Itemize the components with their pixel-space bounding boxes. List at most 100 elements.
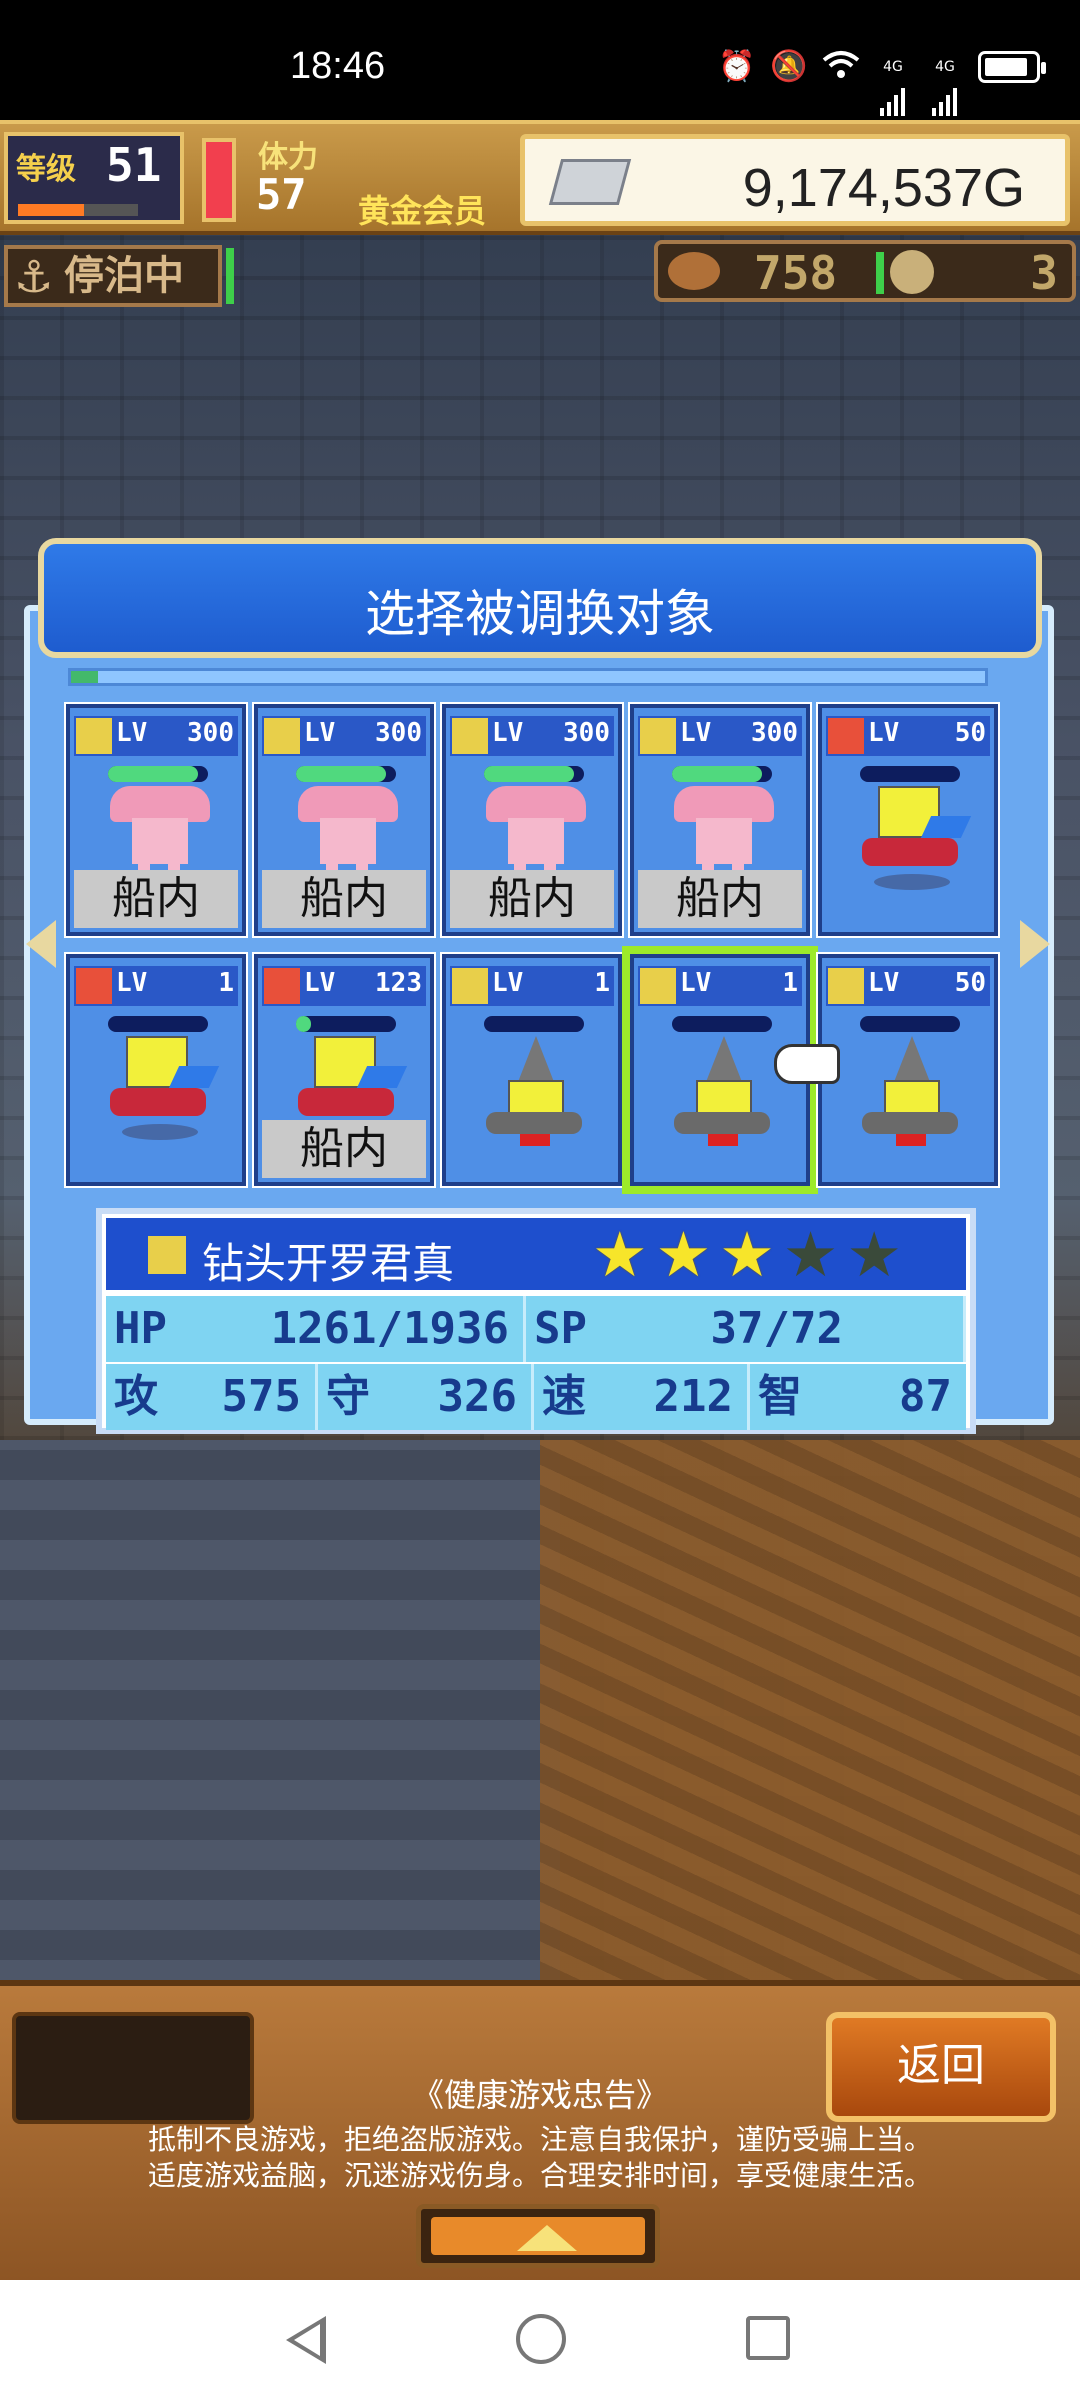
unit-name: 钻头开罗君真: [202, 1239, 455, 1288]
unit-card[interactable]: LV 300 船内: [628, 702, 812, 938]
resource-divider: [876, 252, 884, 294]
sprite-part: [110, 1088, 206, 1116]
unit-name-row: 钻头开罗君真 ★ ★ ★ ★ ★: [106, 1218, 966, 1290]
sprite-part: [520, 1134, 550, 1146]
clock: 18:46: [290, 45, 386, 87]
nav-recents-icon[interactable]: [746, 2316, 790, 2360]
sprite-part: [896, 1134, 926, 1146]
dialog-header: 选择被调换对象: [38, 538, 1042, 658]
coin-icon: [890, 250, 934, 294]
stat-atk: 攻 575: [106, 1364, 318, 1430]
level-value: 1: [782, 968, 798, 998]
level-value: 1: [594, 968, 610, 998]
unit-card[interactable]: LV 1: [440, 952, 624, 1188]
fire-element-icon: [76, 968, 112, 1004]
stat-value: 87: [899, 1371, 952, 1422]
sprite-part: [518, 1036, 554, 1082]
card-header: LV 300: [262, 716, 426, 756]
level-value: 1: [218, 968, 234, 998]
status-bar: 18:46 ⏰ 🔕 4G 4G: [0, 0, 1080, 120]
card-header: LV 123: [262, 966, 426, 1006]
unit-card[interactable]: LV 300 船内: [64, 702, 248, 938]
sprite-part: [486, 1112, 582, 1134]
hp-bar-fill: [672, 766, 762, 782]
member-badge: 黄金会员: [358, 192, 487, 230]
stat-value: 212: [653, 1371, 733, 1422]
drill-unit-sprite: [856, 1036, 968, 1156]
fire-element-icon: [264, 968, 300, 1004]
unit-card[interactable]: LV 300 船内: [252, 702, 436, 938]
drill-unit-sprite: [480, 1036, 592, 1156]
arrow-left-icon[interactable]: [26, 920, 56, 968]
hp-bar-fill: [108, 766, 198, 782]
anchor-status-label: 停泊中: [64, 253, 184, 299]
stat-value: 37/72: [710, 1303, 843, 1354]
sprite-part: [122, 1124, 198, 1140]
star-icon: ★: [592, 1218, 648, 1291]
hp-bar: [108, 766, 208, 782]
stamina-value: 57: [256, 170, 307, 219]
stat-label: SP: [534, 1303, 587, 1354]
level-value: 51: [106, 138, 162, 192]
stat-label: 守: [326, 1371, 370, 1422]
hp-bar-fill: [296, 1016, 311, 1032]
stat-def: 守 326: [318, 1364, 534, 1430]
unit-card[interactable]: LV 123 船内: [252, 952, 436, 1188]
card-header: LV 50: [826, 716, 990, 756]
unit-info-panel: 钻头开罗君真 ★ ★ ★ ★ ★ HP 1261/1936 SP 37/72 攻 575…: [96, 1208, 976, 1434]
drill-unit-sprite: [668, 1036, 780, 1156]
stat-value: 1261/1936: [270, 1303, 509, 1354]
unit-card[interactable]: LV 300 船内: [440, 702, 624, 938]
nav-back-icon[interactable]: [286, 2316, 326, 2364]
sprite-part: [508, 818, 564, 864]
nav-home-icon[interactable]: [516, 2314, 566, 2364]
sprite-part: [862, 838, 958, 866]
stat-row-2: 攻 575 守 326 速 212 智 87: [106, 1364, 966, 1430]
stat-label: 速: [542, 1371, 586, 1422]
unit-card[interactable]: LV 1: [64, 952, 248, 1188]
hp-bar: [108, 1016, 208, 1032]
stat-label: 智: [758, 1371, 802, 1422]
sprite-part: [168, 1066, 220, 1088]
status-led: [226, 248, 234, 304]
stat-row-1: HP 1261/1936 SP 37/72: [106, 1296, 966, 1362]
network-type-label: 4G: [883, 59, 903, 75]
battery-icon: [978, 51, 1046, 83]
stat-spd: 速 212: [534, 1364, 750, 1430]
sprite-part: [132, 818, 188, 864]
expand-menu-button[interactable]: [416, 2204, 660, 2268]
stat-sp: SP 37/72: [526, 1296, 966, 1362]
earth-element-icon: [264, 718, 300, 754]
star-icon: ★: [782, 1218, 839, 1291]
level-value: 123: [375, 968, 422, 998]
bell-off-icon: 🔕: [770, 49, 808, 84]
location-label: 船内: [450, 870, 614, 928]
signal-icon: 4G: [874, 48, 912, 116]
exp-bar-fill: [18, 204, 84, 216]
exp-bar: [18, 204, 138, 216]
pointer-hand-icon: [774, 1044, 840, 1084]
star-icon: ★: [655, 1218, 712, 1291]
dialog-title: 选择被调换对象: [365, 585, 715, 643]
stat-int: 智 87: [750, 1364, 966, 1430]
silver-bar-icon: [548, 159, 632, 205]
sprite-part: [298, 786, 398, 822]
sprite-part: [920, 816, 972, 838]
anchor-status[interactable]: ⚓ 停泊中: [4, 245, 222, 307]
card-header: LV 300: [450, 716, 614, 756]
unit-card[interactable]: LV 50: [816, 702, 1000, 938]
earth-element-icon: [828, 968, 864, 1004]
sprite-part: [706, 1036, 742, 1082]
stat-value: 326: [437, 1371, 517, 1422]
arrow-right-icon[interactable]: [1020, 920, 1050, 968]
resource-count-2: 3: [1030, 246, 1058, 300]
dialog-progress: [68, 668, 988, 686]
star-icon: ★: [846, 1218, 902, 1291]
hp-bar-fill: [484, 766, 574, 782]
chevron-up-icon: [517, 2225, 577, 2251]
yellow-unit-sprite: [104, 1036, 220, 1156]
location-label: 船内: [262, 870, 426, 928]
earth-element-icon: [640, 968, 676, 1004]
location-label: 船内: [638, 870, 802, 928]
unit-card[interactable]: LV 50: [816, 952, 1000, 1188]
